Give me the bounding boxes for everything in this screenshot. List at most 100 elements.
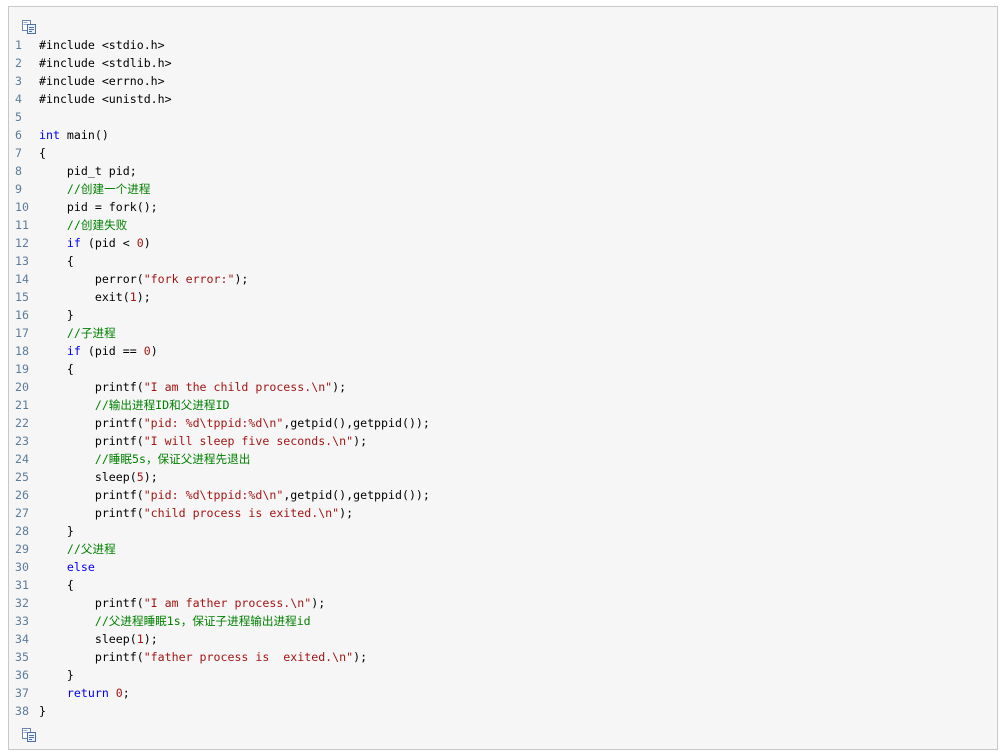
line-number: 2 [15,56,22,70]
line-code: //创建失败 [39,216,127,234]
code-token: (pid == [80,344,144,358]
line-code: else [39,558,95,576]
code-token: main() [59,128,109,142]
code-token: } [39,668,74,682]
keyword-token: else [66,560,95,574]
line-number: 10 [15,200,29,214]
code-token: ); [311,596,326,610]
code-line: 18 if (pid == 0) [9,342,997,360]
string-token: "I am the child process.\n" [143,380,333,394]
line-number: 22 [15,416,29,430]
code-token: ); [339,506,354,520]
line-number: 11 [15,218,29,232]
line-number: 33 [15,614,29,628]
code-token: ); [143,632,158,646]
line-number: 9 [15,182,22,196]
code-token: printf( [39,488,144,502]
line-number: 28 [15,524,29,538]
line-number: 30 [15,560,29,574]
comment-token: //创建失败 [66,218,128,232]
code-token: ; [122,686,130,700]
line-number: 27 [15,506,29,520]
code-token: ,getpid(),getppid()); [283,416,430,430]
line-number: 6 [15,128,22,142]
line-number: 14 [15,272,29,286]
line-code: //创建一个进程 [39,180,151,198]
line-code: printf("child process is exited.\n"); [39,504,353,522]
line-number: 26 [15,488,29,502]
code-line: 19 { [9,360,997,378]
number-token: 1 [136,632,144,646]
line-code: printf("I am the child process.\n"); [39,378,346,396]
code-line: 12 if (pid < 0) [9,234,997,252]
line-code: { [39,144,46,162]
comment-token: //父进程睡眠1s，保证子进程输出进程id [94,614,311,628]
code-token: } [39,308,74,322]
line-number: 38 [15,704,29,718]
code-token: printf( [39,416,144,430]
line-number: 3 [15,74,22,88]
code-line: 16 } [9,306,997,324]
keyword-token: return [66,686,109,700]
line-code: #include <stdio.h> [39,36,165,54]
comment-token: //输出进程ID和父进程ID [94,398,230,412]
code-line: 22 printf("pid: %d\tppid:%d\n",getpid(),… [9,414,997,432]
line-number: 31 [15,578,29,592]
code-line: 17 //子进程 [9,324,997,342]
line-code: //输出进程ID和父进程ID [39,396,230,414]
code-token: ); [332,380,347,394]
number-token: 0 [115,686,123,700]
code-token: } [39,524,74,538]
code-token: { [39,362,74,376]
preprocessor-token: #include <stdlib.h> [39,56,172,70]
line-number: 19 [15,362,29,376]
line-code: if (pid == 0) [39,342,158,360]
code-token: printf( [39,506,144,520]
line-number: 29 [15,542,29,556]
code-token: ); [143,470,158,484]
line-code: if (pid < 0) [39,234,151,252]
line-code: pid_t pid; [39,162,137,180]
line-code: exit(1); [39,288,151,306]
line-number: 15 [15,290,29,304]
line-number: 37 [15,686,29,700]
line-code: #include <stdlib.h> [39,54,172,72]
line-code: sleep(1); [39,630,158,648]
code-token: ) [143,236,151,250]
code-line: 15 exit(1); [9,288,997,306]
code-token: perror( [39,272,144,286]
copy-code-button-bottom[interactable] [21,727,37,743]
code-token: ); [234,272,249,286]
code-line: 25 sleep(5); [9,468,997,486]
code-line: 3 #include <errno.h> [9,72,997,90]
code-line: 20 printf("I am the child process.\n"); [9,378,997,396]
line-number: 16 [15,308,29,322]
code-line: 2 #include <stdlib.h> [9,54,997,72]
line-code: #include <unistd.h> [39,90,172,108]
copy-code-button-top[interactable] [21,19,37,35]
comment-token: //父进程 [66,542,116,556]
code-token: (pid < [80,236,137,250]
line-code: printf("I will sleep five seconds.\n"); [39,432,367,450]
comment-token: //子进程 [66,326,116,340]
line-code: //睡眠5s，保证父进程先退出 [39,450,250,468]
line-number: 21 [15,398,29,412]
keyword-token: int [39,128,60,142]
line-code: printf("pid: %d\tppid:%d\n",getpid(),get… [39,414,430,432]
line-code: } [39,522,74,540]
line-code: { [39,576,74,594]
code-line: 33 //父进程睡眠1s，保证子进程输出进程id [9,612,997,630]
line-number: 17 [15,326,29,340]
code-line: 37 return 0; [9,684,997,702]
copy-icon [22,728,36,742]
code-token: sleep( [39,470,137,484]
line-code: //子进程 [39,324,116,342]
line-number: 32 [15,596,29,610]
code-token: pid_t pid; [39,164,137,178]
code-line: 13 { [9,252,997,270]
